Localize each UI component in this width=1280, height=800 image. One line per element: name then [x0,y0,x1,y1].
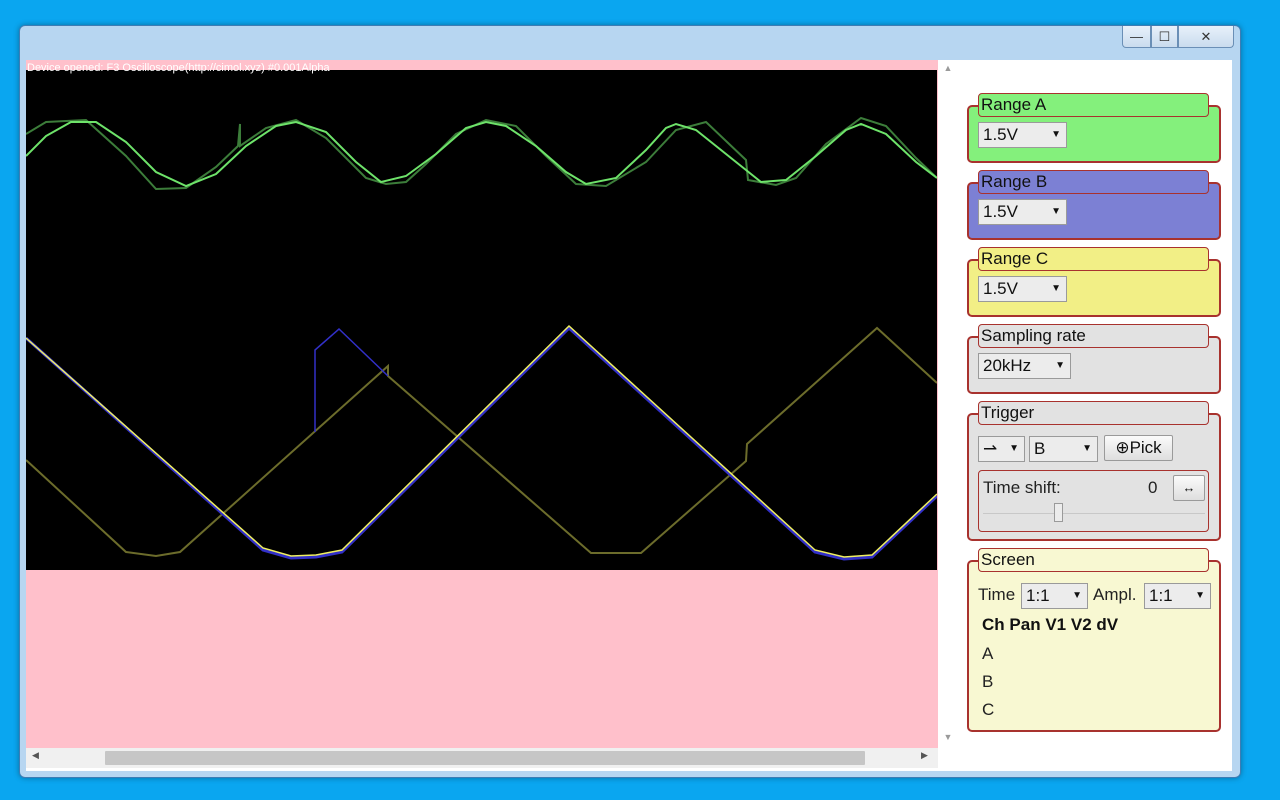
amplitude-label: Ampl. [1093,585,1137,604]
range-b-title: Range B [978,170,1209,194]
trace-b-segment [314,327,389,432]
channel-row-a: A [982,644,994,663]
chevron-down-icon: ▼ [1051,206,1061,217]
chevron-down-icon: ▼ [1055,360,1065,371]
range-c-panel: Range C 1.5V ▼ [967,247,1221,317]
screen-panel: Screen Time 1:1 ▼ Ampl. 1:1 ▼ Ch Pan V1 V2… [967,548,1221,732]
scroll-left-icon[interactable]: ◀ [32,750,39,761]
time-shift-slider-track[interactable] [983,513,1205,514]
sampling-rate-panel: Sampling rate 20kHz ▼ [967,324,1221,394]
trigger-panel: Trigger ⇀ ▼ B ▼ ⊕Pick Time shift: 0 ↔ [967,401,1221,541]
app-window: — ☐ ✕ Device opened: F3 Oscilloscope(htt… [19,25,1241,778]
time-shift-group: Time shift: 0 ↔ [978,470,1209,532]
window-controls: — ☐ ✕ [1122,26,1234,48]
sampling-rate-value: 20kHz [983,356,1032,375]
time-shift-slider-thumb[interactable] [1054,503,1063,522]
amplitude-scale-value: 1:1 [1149,586,1173,605]
close-button[interactable]: ✕ [1178,26,1234,48]
range-b-select[interactable]: 1.5V ▼ [978,199,1067,225]
scroll-up-icon[interactable]: ▲ [938,63,958,73]
chevron-down-icon: ▼ [1072,590,1082,601]
oscilloscope-screen[interactable] [26,70,937,570]
column-header-v2: V2 [1070,615,1092,634]
trace-b [26,325,937,561]
column-header-dv: dV [1096,615,1119,634]
time-scale-value: 1:1 [1026,586,1050,605]
chevron-down-icon: ▼ [1009,443,1019,454]
range-b-panel: Range B 1.5V ▼ [967,170,1221,240]
horizontal-scroll-thumb[interactable] [105,751,865,765]
pick-label: Pick [1129,438,1162,457]
trace-a-previous [26,116,937,191]
sampling-rate-select[interactable]: 20kHz ▼ [978,353,1071,379]
client-area: Device opened: F3 Oscilloscope(http://ci… [26,60,1232,771]
scroll-right-icon[interactable]: ▶ [921,750,928,761]
trace-c-previous [26,326,937,558]
range-a-value: 1.5V [983,125,1018,144]
amplitude-scale-select[interactable]: 1:1 ▼ [1144,583,1211,609]
channel-table-header: Ch Pan V1 V2 dV [982,615,1118,635]
channel-row-c: C [982,700,995,719]
minimize-button[interactable]: — [1122,26,1151,48]
trigger-edge-select[interactable]: ⇀ ▼ [978,436,1025,462]
trace-c [26,324,937,558]
sampling-rate-title: Sampling rate [978,324,1209,348]
trace-a [26,120,937,188]
column-header-pan: Pan [1009,615,1041,634]
crosshair-icon: ⊕ [1115,438,1130,457]
trigger-channel-select[interactable]: B ▼ [1029,436,1098,462]
range-c-value: 1.5V [983,279,1018,298]
column-header-v1: V1 [1045,615,1067,634]
chevron-down-icon: ▼ [1051,129,1061,140]
plot-area: Device opened: F3 Oscilloscope(http://ci… [26,60,938,748]
range-a-panel: Range A 1.5V ▼ [967,93,1221,163]
vertical-scrollbar[interactable]: ▲ ▼ [938,60,958,748]
chevron-down-icon: ▼ [1082,443,1092,454]
horizontal-scrollbar[interactable]: ◀ ▶ [26,748,938,768]
column-header-ch: Ch [982,615,1005,634]
maximize-button[interactable]: ☐ [1151,26,1178,48]
range-c-title: Range C [978,247,1209,271]
range-a-title: Range A [978,93,1209,117]
device-status-text: Device opened: F3 Oscilloscope(http://ci… [27,62,330,74]
range-b-value: 1.5V [983,202,1018,221]
range-a-select[interactable]: 1.5V ▼ [978,122,1067,148]
range-c-select[interactable]: 1.5V ▼ [978,276,1067,302]
time-label: Time [978,585,1016,604]
chevron-down-icon: ▼ [1051,283,1061,294]
time-scale-select[interactable]: 1:1 ▼ [1021,583,1088,609]
channel-row-b: B [982,672,994,691]
time-shift-value: 0 [1148,478,1158,497]
scroll-down-icon[interactable]: ▼ [938,732,958,742]
trigger-edge-icon: ⇀ [983,439,998,458]
arrows-horizontal-icon: ↔ [1182,480,1196,495]
trigger-title: Trigger [978,401,1209,425]
trigger-channel-value: B [1034,439,1046,458]
pick-button[interactable]: ⊕Pick [1104,435,1173,461]
chevron-down-icon: ▼ [1195,590,1205,601]
screen-title: Screen [978,548,1209,572]
time-shift-reset-button[interactable]: ↔ [1173,475,1205,501]
time-shift-label: Time shift: [983,478,1061,497]
